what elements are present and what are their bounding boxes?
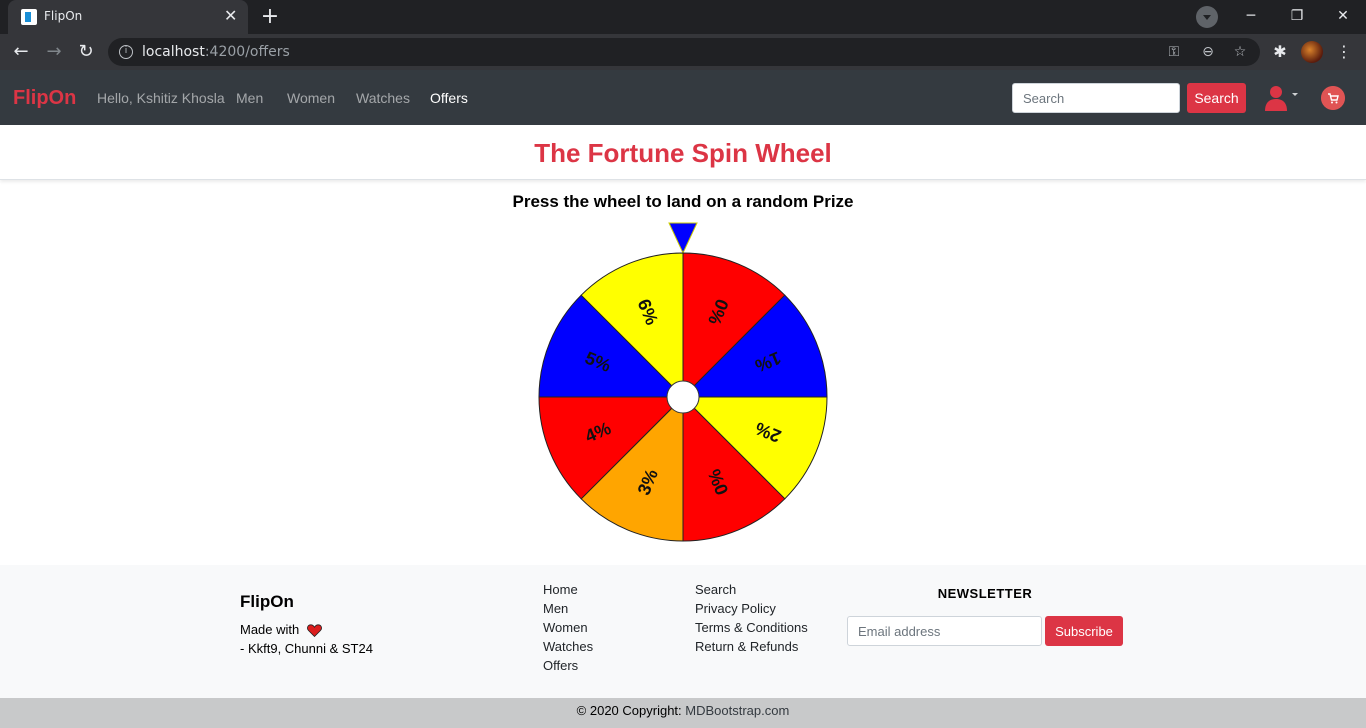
user-account-icon[interactable] [1264, 84, 1300, 112]
wheel-center-hub[interactable] [666, 380, 700, 414]
profile-avatar[interactable] [1301, 41, 1323, 63]
copyright-text: © 2020 Copyright: [576, 703, 682, 718]
footer-link-privacy[interactable]: Privacy Policy [695, 599, 808, 618]
brand-logo[interactable]: FlipOn [13, 87, 76, 110]
footer-link-home[interactable]: Home [543, 580, 593, 599]
footer-link-returns[interactable]: Return & Refunds [695, 637, 808, 656]
footer-links-info: Search Privacy Policy Terms & Conditions… [695, 580, 808, 656]
search-input[interactable] [1012, 83, 1180, 113]
spin-wheel[interactable]: 0%1%2%0%3%4%5%6% [533, 218, 833, 548]
footer-link-watches[interactable]: Watches [543, 637, 593, 656]
new-tab-button[interactable]: + [256, 3, 284, 31]
reload-icon[interactable]: ↻ [74, 40, 98, 64]
site-navbar: FlipOn Hello, Kshitiz Khosla Men Women W… [0, 70, 1366, 125]
tab-title: FlipOn [44, 9, 83, 23]
email-field[interactable] [847, 616, 1042, 646]
url-text[interactable]: localhost:4200/offers [142, 44, 290, 60]
footer-link-men[interactable]: Men [543, 599, 593, 618]
info-icon[interactable]: i [119, 45, 133, 59]
page-title: The Fortune Spin Wheel [0, 125, 1366, 180]
made-with-text: Made with [240, 622, 322, 638]
copyright-link[interactable]: MDBootstrap.com [685, 703, 789, 718]
spin-wheel-container[interactable]: 0% 1% 2% 0% 3% 4% 5% 6% [533, 218, 833, 548]
cart-icon[interactable] [1321, 86, 1345, 110]
heart-icon [306, 624, 322, 638]
browser-tab-strip: FlipOn ✕ + ─ ❐ ✕ [0, 0, 1366, 34]
back-icon[interactable]: ← [9, 40, 33, 64]
nav-link-men[interactable]: Men [236, 90, 263, 106]
nav-link-women[interactable]: Women [287, 90, 335, 106]
window-close-icon[interactable]: ✕ [1332, 5, 1354, 27]
zoom-icon[interactable]: ⊖ [1198, 42, 1218, 62]
address-bar[interactable]: i localhost:4200/offers ⚿ ⊖ ☆ [108, 38, 1260, 66]
footer-links-pages: Home Men Women Watches Offers [543, 580, 593, 675]
extensions-icon[interactable]: ✱ [1268, 40, 1292, 64]
user-greeting[interactable]: Hello, Kshitiz Khosla [97, 90, 225, 106]
footer-link-women[interactable]: Women [543, 618, 593, 637]
footer-brand: FlipOn [240, 592, 294, 611]
menu-icon[interactable]: ⋮ [1332, 40, 1356, 64]
tab-search-icon[interactable] [1196, 6, 1218, 28]
wheel-instruction: Press the wheel to land on a random Priz… [512, 192, 854, 211]
copyright-bar: © 2020 Copyright: MDBootstrap.com [0, 698, 1366, 728]
site-footer: FlipOn Made with - Kkft9, Chunni & ST24 … [0, 565, 1366, 698]
key-icon[interactable]: ⚿ [1164, 42, 1184, 62]
search-button[interactable]: Search [1187, 83, 1246, 113]
minimize-icon[interactable]: ─ [1240, 5, 1262, 27]
newsletter-heading: NEWSLETTER [937, 586, 1033, 601]
authors-text: - Kkft9, Chunni & ST24 [240, 641, 373, 656]
nav-link-watches[interactable]: Watches [356, 90, 410, 106]
footer-link-terms[interactable]: Terms & Conditions [695, 618, 808, 637]
footer-link-offers[interactable]: Offers [543, 656, 593, 675]
restore-icon[interactable]: ❐ [1286, 5, 1308, 27]
wheel-pointer-icon [668, 222, 698, 255]
browser-tab[interactable]: FlipOn ✕ [8, 0, 248, 34]
site-favicon-icon [21, 9, 37, 25]
forward-icon[interactable]: → [42, 40, 66, 64]
nav-link-offers[interactable]: Offers [430, 90, 468, 106]
browser-toolbar: ← → ↻ i localhost:4200/offers ⚿ ⊖ ☆ ✱ ⋮ [0, 34, 1366, 70]
tab-close-icon[interactable]: ✕ [224, 6, 237, 25]
subscribe-button[interactable]: Subscribe [1045, 616, 1123, 646]
footer-link-search[interactable]: Search [695, 580, 808, 599]
star-icon[interactable]: ☆ [1230, 42, 1250, 62]
